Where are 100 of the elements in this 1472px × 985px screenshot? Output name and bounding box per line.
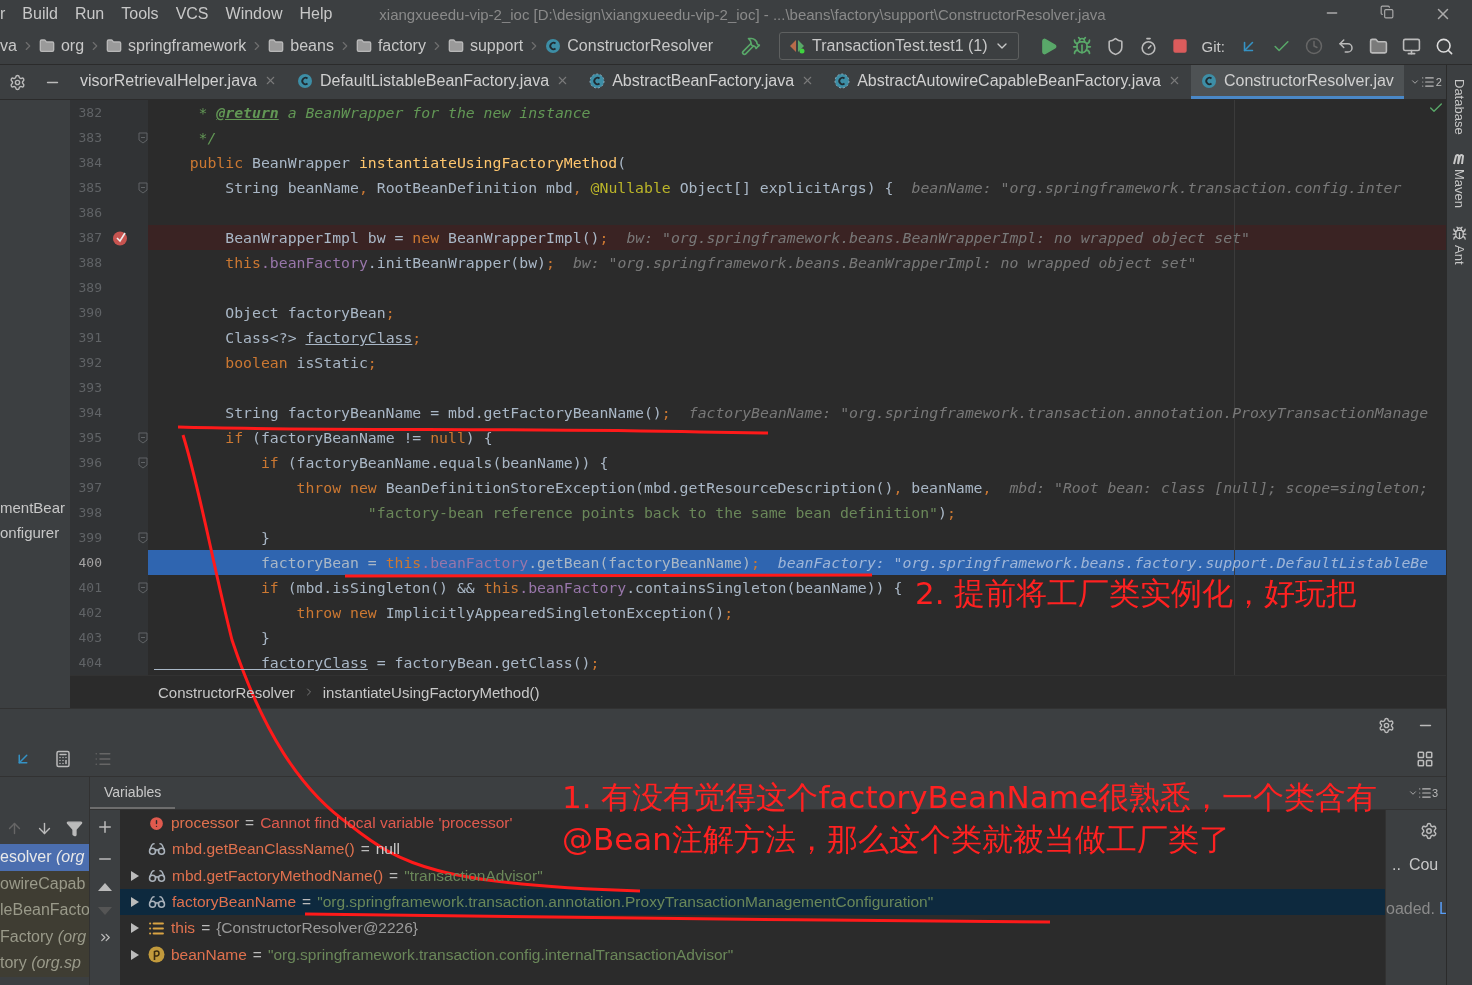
- folder-icon: [38, 38, 55, 54]
- class-icon: [834, 72, 851, 89]
- code-line: */: [197, 129, 217, 146]
- breadcrumb-item[interactable]: va: [0, 37, 17, 55]
- stack-frame[interactable]: leBeanFacto: [0, 897, 89, 924]
- breadcrumb-item[interactable]: instantiateUsingFactoryMethod(): [322, 683, 540, 701]
- tab-label[interactable]: ..: [1392, 856, 1401, 874]
- tree-item[interactable]: onfigurer: [0, 520, 70, 545]
- breakpoint-icon[interactable]: [112, 229, 128, 246]
- tree-item[interactable]: mentBear: [0, 495, 70, 520]
- stack-frame[interactable]: esolver (org: [0, 844, 89, 871]
- inline-value-hint: bw: "org.springframework.beans.BeanWrapperImpl: no wrapped object set": [572, 254, 1197, 271]
- editor-tab[interactable]: ConstructorResolver.jav: [1191, 65, 1404, 99]
- bug-icon[interactable]: [1071, 36, 1092, 56]
- inline-value-hint: beanName: "org.springframework.transaction.config.inter: [911, 179, 1402, 196]
- variable-name: mbd.getBeanClassName(): [172, 840, 355, 859]
- code-line: this.beanFactory.initBeanWrapper(bw);: [224, 254, 555, 271]
- ant-icon: [1452, 225, 1467, 241]
- project-structure-icon[interactable]: [1368, 36, 1388, 56]
- fold-icon[interactable]: [138, 581, 148, 594]
- stack-frame[interactable]: tory (org.sp: [0, 950, 89, 977]
- class-icon: [1201, 72, 1217, 89]
- filter-icon[interactable]: [65, 819, 83, 837]
- line-number: 400: [77, 555, 102, 570]
- fold-icon[interactable]: [138, 431, 148, 444]
- code-line: String factoryBeanName = mbd.getFactoryBeanName();: [224, 404, 671, 421]
- fold-icon[interactable]: [138, 631, 148, 644]
- profiler-icon[interactable]: [1138, 36, 1158, 56]
- stack-frame[interactable]: Factory (org: [0, 923, 89, 950]
- hammer-icon[interactable]: [741, 36, 762, 56]
- menu-item[interactable]: Help: [299, 5, 333, 23]
- coverage-icon[interactable]: [1105, 36, 1125, 56]
- fold-icon[interactable]: [138, 531, 148, 544]
- variable-name: factoryBeanName: [172, 893, 297, 912]
- breadcrumb-item[interactable]: support: [447, 37, 524, 55]
- expand-icon[interactable]: [130, 896, 140, 909]
- variable-name: beanName: [171, 945, 247, 964]
- class-icon: [545, 38, 562, 54]
- variable-name: mbd.getFactoryMethodName(): [172, 866, 384, 885]
- list-icon: [1420, 75, 1435, 89]
- folder-icon: [106, 38, 123, 54]
- breadcrumb-item[interactable]: org: [38, 37, 85, 55]
- stack-frame[interactable]: owireCapab: [0, 870, 89, 897]
- variable-value: "org.springframework.transaction.annotation.ProxyTransactionManagementConfiguration": [317, 893, 934, 912]
- menu-item[interactable]: r: [0, 5, 6, 23]
- add-icon[interactable]: [96, 818, 114, 836]
- tool-window-button[interactable]: Database: [1452, 79, 1467, 135]
- menu-item[interactable]: Run: [74, 5, 105, 23]
- layout-icon[interactable]: [1416, 749, 1434, 768]
- terminal-icon[interactable]: [1401, 36, 1421, 56]
- expand-icon[interactable]: [130, 922, 140, 935]
- layout-overflow-button[interactable]: 3: [1407, 777, 1438, 809]
- tab-overflow-button[interactable]: 2: [1409, 65, 1442, 99]
- folder-icon: [355, 38, 372, 54]
- caret-icon: [1407, 788, 1418, 798]
- tab-label[interactable]: Cou: [1408, 856, 1439, 874]
- equals-sign: =: [360, 840, 370, 859]
- stack-icon: [148, 919, 165, 937]
- annotation-note: 1. 有没有觉得这个factoryBeanName很熟悉，一个类含有 @Bean注解方法，那么这个类就被当做工厂类了: [562, 778, 1378, 859]
- code-line: if (factoryBeanName.equals(beanName)) {: [259, 454, 609, 471]
- breadcrumb-item[interactable]: factory: [355, 37, 426, 55]
- git-label: Git:: [1201, 37, 1225, 55]
- fold-icon[interactable]: [138, 456, 148, 469]
- close-icon[interactable]: [1168, 74, 1181, 87]
- settings-icon[interactable]: [1378, 716, 1395, 734]
- menu-item[interactable]: VCS: [175, 5, 209, 23]
- fold-icon[interactable]: [138, 181, 148, 194]
- annotation-note: 2. 提前将工厂类实例化，好玩把: [915, 574, 1358, 613]
- code-line: public BeanWrapper instantiateUsingFactoryMethod(: [188, 154, 627, 171]
- breadcrumb-item[interactable]: springframework: [106, 37, 247, 55]
- settings-icon[interactable]: [1420, 822, 1438, 840]
- variable-name: this: [171, 919, 196, 938]
- inline-value-hint: factoryBeanName: "org.springframework.transaction.annotation.ProxyTransactionManage: [688, 404, 1429, 421]
- settings-icon[interactable]: [9, 73, 26, 91]
- breadcrumb-item[interactable]: beans: [268, 37, 334, 55]
- menu-item[interactable]: Window: [225, 5, 283, 23]
- tool-window-button[interactable]: Maven: [1451, 152, 1468, 208]
- stop-icon[interactable]: [1171, 38, 1188, 54]
- expand-icon[interactable]: [130, 948, 140, 961]
- up-triangle-icon[interactable]: [97, 882, 113, 892]
- equals-sign: =: [201, 919, 211, 938]
- search-icon[interactable]: [1434, 36, 1454, 56]
- folder-icon: [447, 38, 464, 54]
- window-title: xiangxueedu-vip-2_ioc [D:\design\xiangxueedu-vip-2_ioc] - ...\beans\factory\support\ConstructorResolver.java: [379, 5, 1106, 23]
- fold-icon[interactable]: [138, 131, 148, 144]
- code-line: String beanName, RootBeanDefinition mbd, @Nullable Object[] explicitArgs) {: [224, 179, 894, 196]
- code-line: Object factoryBean;: [224, 304, 395, 321]
- code-line: }: [259, 629, 270, 646]
- restore-icon[interactable]: [1380, 5, 1394, 19]
- selected-variable-row[interactable]: factoryBeanName = "org.springframework.transaction.annotation.ProxyTransactionManagementConfiguration": [120, 888, 1385, 916]
- tool-window-button[interactable]: Ant: [1452, 225, 1467, 265]
- run-config-dropdown[interactable]: TransactionTest.test1 (1): [779, 32, 1019, 60]
- menu-item[interactable]: Build: [22, 5, 58, 23]
- calculator-icon[interactable]: [54, 749, 72, 768]
- breadcrumb-item[interactable]: ConstructorResolver: [545, 37, 714, 55]
- rollback-icon[interactable]: [1336, 37, 1355, 55]
- code-editor[interactable]: [148, 100, 1446, 675]
- expand-icon[interactable]: [130, 869, 140, 882]
- menu-item[interactable]: Tools: [121, 5, 159, 23]
- error-icon: [148, 814, 165, 832]
